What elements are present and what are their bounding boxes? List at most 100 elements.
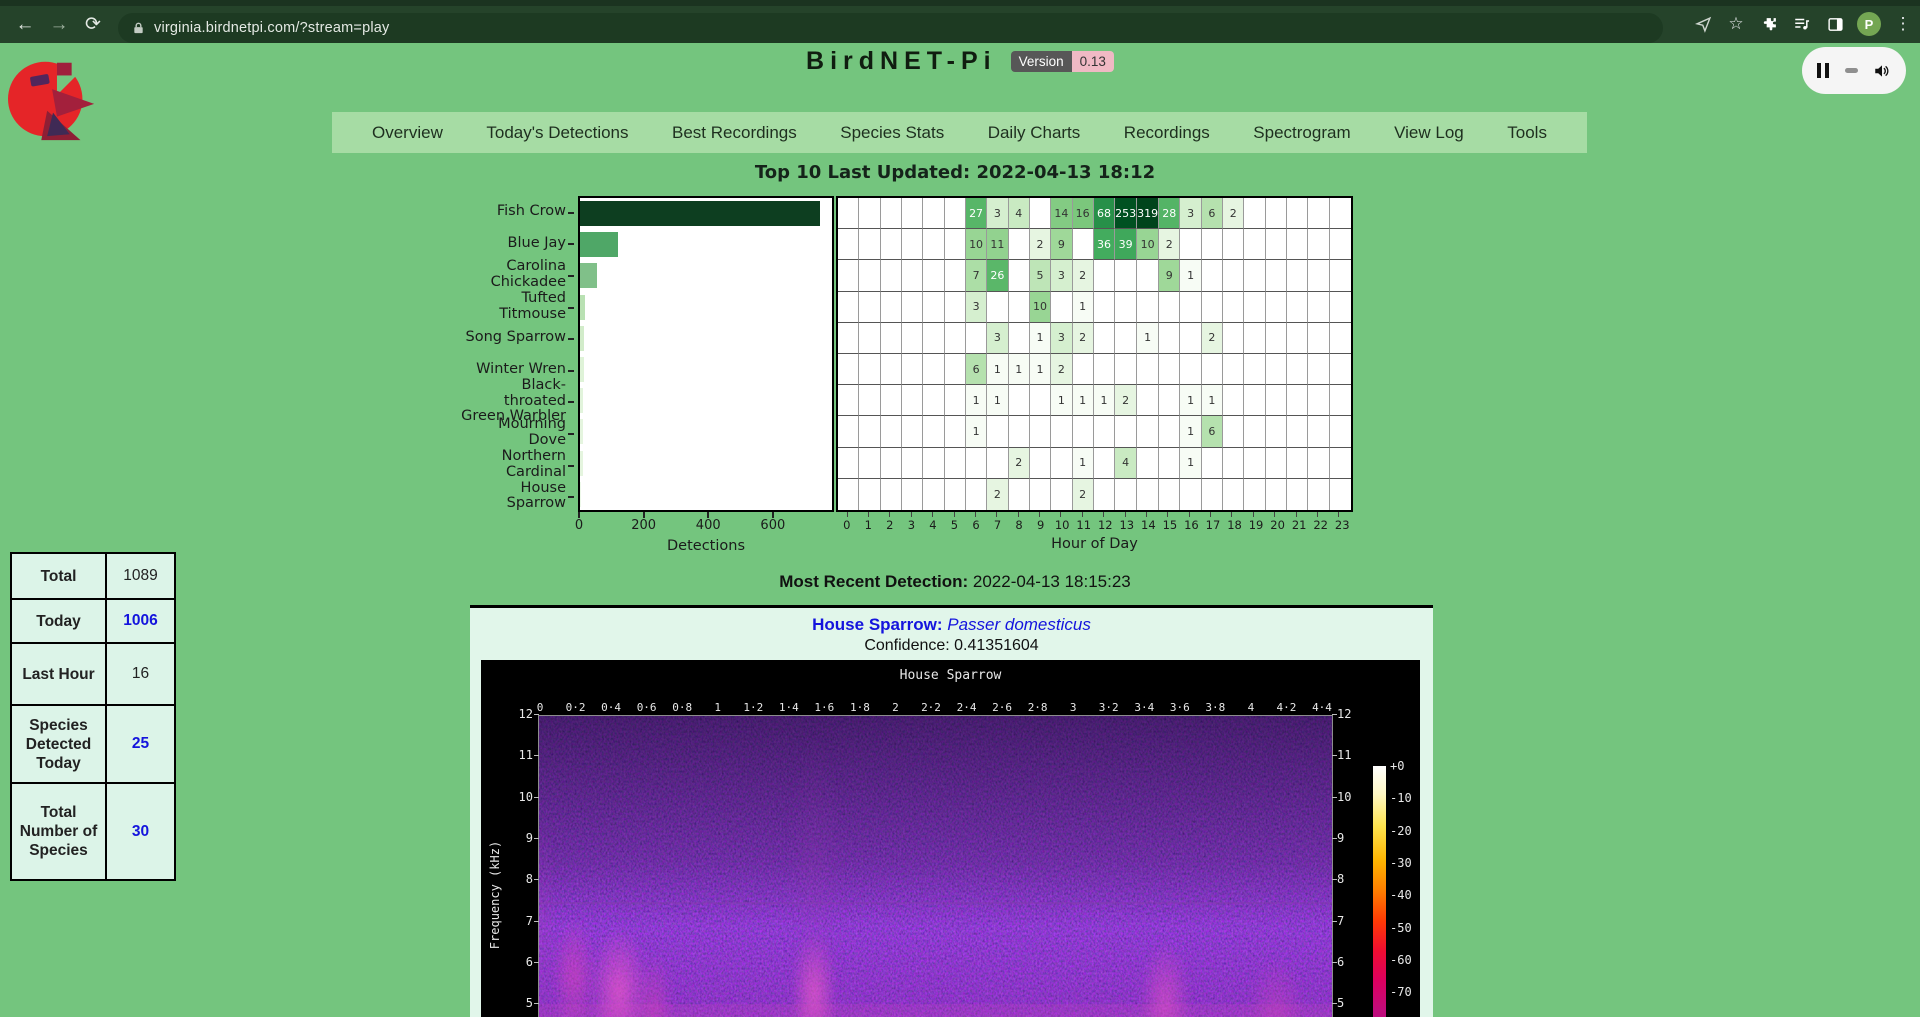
heatmap-cell xyxy=(1159,448,1180,479)
heatmap-cell xyxy=(902,479,923,510)
bar-axis-title: Detections xyxy=(578,538,834,554)
heatmap-cell xyxy=(1115,323,1137,354)
heatmap-cell xyxy=(966,448,987,479)
summary-label: Species Detected Today xyxy=(11,705,106,783)
heatmap-cell xyxy=(859,354,880,385)
hour-tick-label: 1 xyxy=(858,518,880,532)
heatmap-cell: 2 xyxy=(1009,448,1030,479)
heatmap-cell xyxy=(923,260,944,291)
spectrogram-time-tick: 2·2 xyxy=(921,701,941,714)
summary-total-species-link[interactable]: 30 xyxy=(106,783,175,880)
heatmap-cell: 11 xyxy=(987,229,1008,260)
nav-recordings[interactable]: Recordings xyxy=(1124,123,1210,143)
browser-reload-icon[interactable]: ⟳ xyxy=(76,13,110,36)
heatmap-cell xyxy=(1266,292,1287,323)
spectrogram-freq-tickmark xyxy=(534,879,539,880)
playlist-icon[interactable] xyxy=(1791,13,1813,35)
bar-row xyxy=(580,260,832,291)
side-panel-icon[interactable] xyxy=(1824,13,1846,35)
volume-slider[interactable] xyxy=(1845,68,1858,73)
heatmap-cell xyxy=(1202,260,1223,291)
spectrogram-freq-tickmark xyxy=(534,714,539,715)
heatmap-cell xyxy=(923,229,944,260)
browser-menu-icon[interactable]: ⋮ xyxy=(1892,13,1914,35)
heatmap-cell xyxy=(1330,323,1351,354)
spectrogram-freq-tickmark xyxy=(1332,1003,1337,1004)
heatmap-cell xyxy=(987,292,1008,323)
summary-species-today-link[interactable]: 25 xyxy=(106,705,175,783)
db-tick-label: -60 xyxy=(1390,953,1420,967)
heatmap-cell xyxy=(1223,354,1244,385)
heatmap-cell xyxy=(1287,385,1308,416)
hour-tick-label: 0 xyxy=(836,518,858,532)
heatmap-cell xyxy=(1094,416,1115,447)
nav-spectrogram[interactable]: Spectrogram xyxy=(1253,123,1350,143)
spectrogram-freq-tick: 8 xyxy=(1337,872,1363,886)
heatmap-cell xyxy=(945,479,966,510)
heatmap-cell xyxy=(838,323,859,354)
heatmap-cell xyxy=(1115,479,1137,510)
detected-species-link[interactable]: House Sparrow: xyxy=(812,615,942,634)
heatmap-cell xyxy=(1115,354,1137,385)
heatmap-cell xyxy=(1266,416,1287,447)
db-tick-label: -10 xyxy=(1390,791,1420,805)
summary-today-link[interactable]: 1006 xyxy=(106,599,175,643)
heatmap-cell xyxy=(1330,479,1351,510)
heatmap-cell xyxy=(859,260,880,291)
share-icon[interactable] xyxy=(1692,13,1714,35)
spectrogram-freq-tickmark xyxy=(534,838,539,839)
heatmap-cell xyxy=(945,229,966,260)
heatmap-cell xyxy=(945,198,966,229)
heatmap-cell xyxy=(966,323,987,354)
nav-overview[interactable]: Overview xyxy=(372,123,443,143)
heatmap-cell xyxy=(859,198,880,229)
nav-view-log[interactable]: View Log xyxy=(1394,123,1464,143)
bar-row xyxy=(580,354,832,385)
nav-species-stats[interactable]: Species Stats xyxy=(840,123,944,143)
bookmark-star-icon[interactable]: ☆ xyxy=(1725,13,1747,35)
spectrogram-time-tick: 1 xyxy=(714,701,721,714)
heatmap-cell: 3 xyxy=(966,292,987,323)
audio-player[interactable] xyxy=(1802,47,1906,94)
spectrogram-time-tick: 1·6 xyxy=(814,701,834,714)
heatmap-cell xyxy=(1159,354,1180,385)
spectrogram-time-tick: 0·2 xyxy=(566,701,586,714)
spectrogram-freq-tickmark xyxy=(1332,797,1337,798)
heatmap-cell xyxy=(966,479,987,510)
heatmap-cell xyxy=(859,229,880,260)
heatmap-cell: 28 xyxy=(1159,198,1180,229)
nav-tools[interactable]: Tools xyxy=(1507,123,1547,143)
hour-tick-label: 9 xyxy=(1030,518,1052,532)
heatmap-cell xyxy=(1030,385,1051,416)
heatmap-cell xyxy=(1244,292,1265,323)
spectrogram-time-tick: 4·2 xyxy=(1277,701,1297,714)
hour-tick-label: 23 xyxy=(1331,518,1353,532)
spectrogram-freq-tick: 6 xyxy=(1337,955,1363,969)
heatmap-cell xyxy=(987,416,1008,447)
nav-best-recordings[interactable]: Best Recordings xyxy=(672,123,797,143)
pause-icon[interactable] xyxy=(1817,63,1829,78)
heatmap-cell xyxy=(1266,385,1287,416)
speaker-icon[interactable] xyxy=(1873,62,1891,80)
heatmap-cell xyxy=(859,323,880,354)
nav-daily-charts[interactable]: Daily Charts xyxy=(988,123,1081,143)
heatmap-cell xyxy=(1266,354,1287,385)
spectrogram-freq-tickmark xyxy=(1332,714,1337,715)
hour-tick-label: 10 xyxy=(1051,518,1073,532)
browser-forward-icon[interactable]: → xyxy=(42,14,76,36)
hour-tick-label: 21 xyxy=(1288,518,1310,532)
profile-avatar[interactable]: P xyxy=(1857,12,1881,36)
nav-todays-detections[interactable]: Today's Detections xyxy=(486,123,628,143)
heatmap-cell: 6 xyxy=(1202,198,1223,229)
hour-tick-label: 6 xyxy=(965,518,987,532)
heatmap-cell: 10 xyxy=(966,229,987,260)
extensions-puzzle-icon[interactable] xyxy=(1758,13,1780,35)
heatmap-cell xyxy=(1051,448,1072,479)
heatmap-cell xyxy=(1202,229,1223,260)
spectrogram-freq-tick: 6 xyxy=(507,955,533,969)
heatmap-cell xyxy=(1009,416,1030,447)
browser-back-icon[interactable]: ← xyxy=(8,14,42,36)
heatmap-cell xyxy=(923,385,944,416)
hour-tick-label: 20 xyxy=(1267,518,1289,532)
address-bar[interactable]: virginia.birdnetpi.com/?stream=play xyxy=(118,13,1663,43)
